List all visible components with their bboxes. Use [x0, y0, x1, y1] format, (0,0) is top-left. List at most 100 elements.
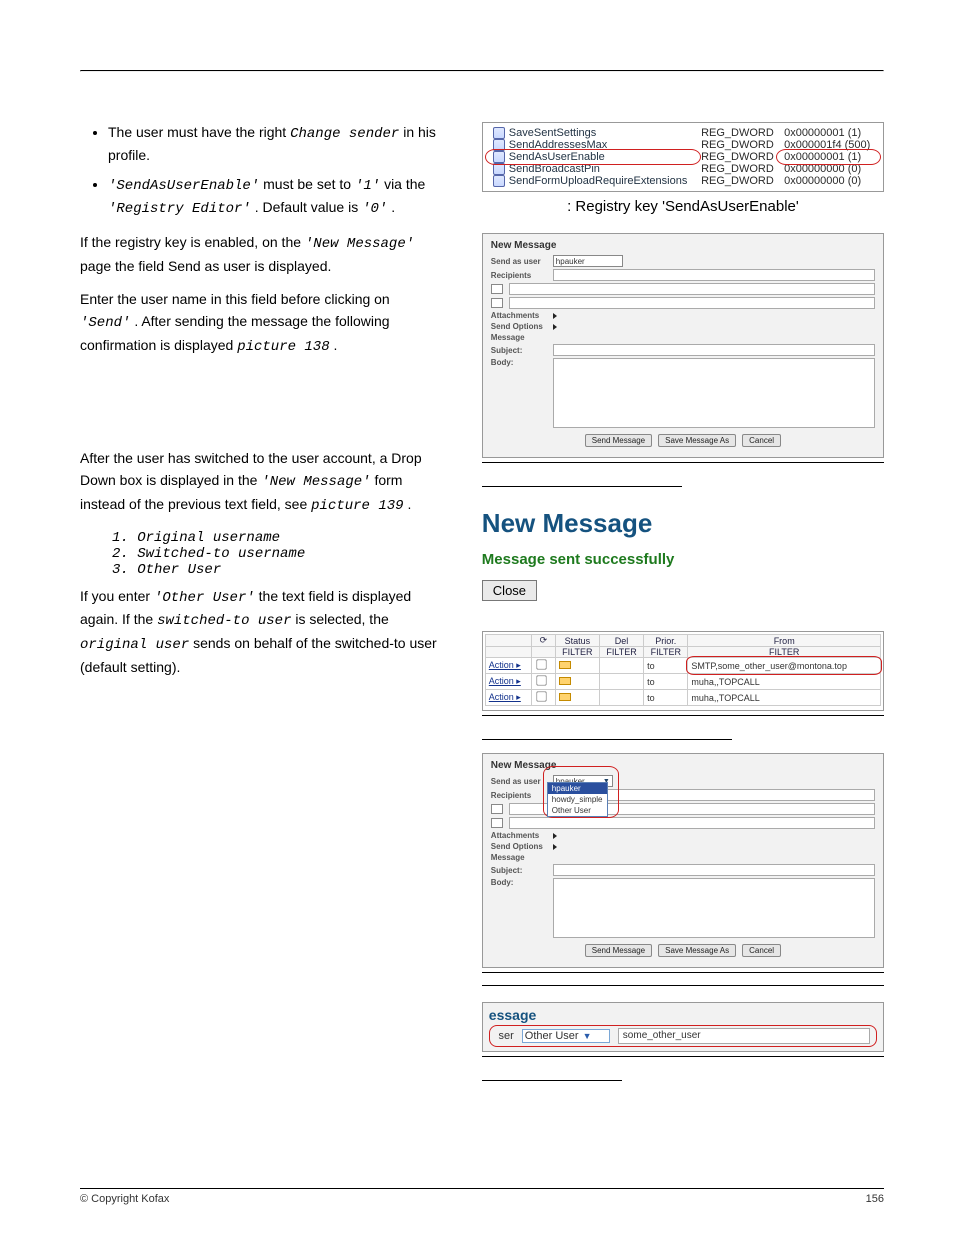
dropdown-option[interactable]: Other User [548, 805, 607, 816]
list-item: 3. Other User [112, 562, 442, 578]
chevron-down-icon: ▼ [583, 1031, 592, 1041]
label-message: Message [491, 853, 547, 862]
list-item: 1. Original username [112, 530, 442, 546]
send-message-button[interactable]: Send Message [585, 434, 652, 447]
dropdown-option[interactable]: hpauker [548, 783, 607, 794]
from-cell: muha,,TOPCALL [688, 674, 881, 690]
from-cell: SMTP,some_other_user@montona.top [688, 658, 881, 674]
body-textarea[interactable] [553, 878, 875, 938]
page-footer: © Copyright Kofax 156 [80, 1188, 884, 1205]
send-as-user-input[interactable]: hpauker [553, 255, 623, 267]
addrbook-icon[interactable] [491, 298, 503, 308]
recipient-field[interactable] [509, 817, 875, 829]
em-change-sender: Change sender [290, 126, 399, 142]
filter-cell[interactable]: FILTER [599, 647, 643, 658]
list-item: 2. Switched-to username [112, 546, 442, 562]
send-as-user-dropdown[interactable]: Other User ▼ [522, 1029, 610, 1043]
save-message-as-button[interactable]: Save Message As [658, 434, 736, 447]
recipient-field[interactable] [509, 297, 875, 309]
new-message-screenshot-1: New Message Send as user hpauker Recipie… [482, 233, 884, 458]
reg-value-icon [493, 139, 505, 151]
addrbook-icon[interactable] [491, 284, 503, 294]
label-attachments: Attachments [491, 831, 547, 840]
refresh-icon[interactable]: ⟳ [540, 635, 548, 645]
label-attachments: Attachments [491, 311, 547, 320]
heading-partial: essage [489, 1007, 877, 1023]
outbox-table-screenshot: ⟳ Status Del Prior. From FILTER FILTER F… [482, 631, 884, 711]
table-row: Action ▸toSMTP,some_other_user@montona.t… [485, 658, 880, 674]
label-send-as-user: Send as user [491, 777, 547, 786]
expand-icon[interactable] [553, 833, 557, 839]
label-subject: Subject: [491, 866, 547, 875]
from-cell: muha,,TOPCALL [688, 690, 881, 706]
label-send-as-user: Send as user [491, 257, 547, 266]
reg-value-icon [493, 175, 505, 187]
footer-copyright: © Copyright Kofax [80, 1193, 169, 1205]
label-recipients: Recipients [491, 271, 547, 280]
envelope-icon [559, 661, 571, 669]
window-title: New Message [491, 760, 875, 771]
para-dropdown-intro: After the user has switched to the user … [80, 448, 442, 517]
table-row: Action ▸tomuha,,TOPCALL [485, 674, 880, 690]
label-message: Message [491, 333, 547, 342]
label-recipients: Recipients [491, 791, 547, 800]
label-body: Body: [491, 358, 547, 367]
envelope-icon [559, 677, 571, 685]
registry-caption: : Registry key 'SendAsUserEnable' [482, 198, 884, 215]
dropdown-option[interactable]: howdy_simple [548, 794, 607, 805]
action-link[interactable]: Action ▸ [489, 692, 521, 702]
reg-value-icon [493, 151, 505, 163]
body-textarea[interactable] [553, 358, 875, 428]
cancel-button[interactable]: Cancel [742, 944, 781, 957]
recipient-field[interactable] [509, 283, 875, 295]
addrbook-icon[interactable] [491, 818, 503, 828]
save-message-as-button[interactable]: Save Message As [658, 944, 736, 957]
action-link[interactable]: Action ▸ [489, 660, 521, 670]
subject-input[interactable] [553, 344, 875, 356]
page-heading: New Message [482, 508, 884, 539]
col-from: From [688, 635, 881, 647]
registry-row: SendFormUploadRequireExtensionsREG_DWORD… [489, 175, 877, 187]
bullet-change-sender: The user must have the right Change send… [108, 122, 442, 166]
label-body: Body: [491, 878, 547, 887]
registry-row: SendAsUserEnableREG_DWORD0x00000001 (1) [489, 151, 877, 163]
other-user-input[interactable]: some_other_user [618, 1028, 870, 1044]
filter-cell[interactable]: FILTER [688, 647, 881, 658]
message-sent-block: New Message Message sent successfully Cl… [482, 508, 884, 601]
subject-input[interactable] [553, 864, 875, 876]
figure-caption-line [482, 726, 732, 740]
registry-screenshot: SaveSentSettingsREG_DWORD0x00000001 (1)S… [482, 122, 884, 192]
numbered-list: 1. Original username 2. Switched-to user… [80, 530, 442, 578]
row-checkbox[interactable] [536, 660, 546, 670]
label-send-options: Send Options [491, 322, 547, 331]
reg-value-icon [493, 163, 505, 175]
registry-row: SaveSentSettingsREG_DWORD0x00000001 (1) [489, 127, 877, 139]
row-checkbox[interactable] [536, 692, 546, 702]
registry-row: SendBroadcastPinREG_DWORD0x00000000 (0) [489, 163, 877, 175]
cancel-button[interactable]: Cancel [742, 434, 781, 447]
action-link[interactable]: Action ▸ [489, 676, 521, 686]
row-checkbox[interactable] [536, 676, 546, 686]
registry-row: SendAddressesMaxREG_DWORD0x000001f4 (500… [489, 139, 877, 151]
col-del: Del [599, 635, 643, 647]
send-message-button[interactable]: Send Message [585, 944, 652, 957]
figure-caption-line [482, 473, 682, 487]
para-other-user: If you enter 'Other User' the text field… [80, 586, 442, 679]
expand-icon[interactable] [553, 313, 557, 319]
filter-cell[interactable]: FILTER [644, 647, 688, 658]
recipient-field[interactable] [553, 269, 875, 281]
label-partial-ser: ser [496, 1030, 514, 1042]
col-prior: Prior. [644, 635, 688, 647]
status-success: Message sent successfully [482, 551, 884, 568]
envelope-icon [559, 693, 571, 701]
figure-caption-line [482, 1067, 622, 1081]
expand-icon[interactable] [553, 324, 557, 330]
reg-value-icon [493, 127, 505, 139]
page-number: 156 [866, 1193, 884, 1205]
close-button[interactable]: Close [482, 580, 537, 601]
filter-cell[interactable]: FILTER [555, 647, 599, 658]
addrbook-icon[interactable] [491, 804, 503, 814]
label-subject: Subject: [491, 346, 547, 355]
expand-icon[interactable] [553, 844, 557, 850]
bullet-registry-key: 'SendAsUserEnable' must be set to '1' vi… [108, 174, 442, 220]
